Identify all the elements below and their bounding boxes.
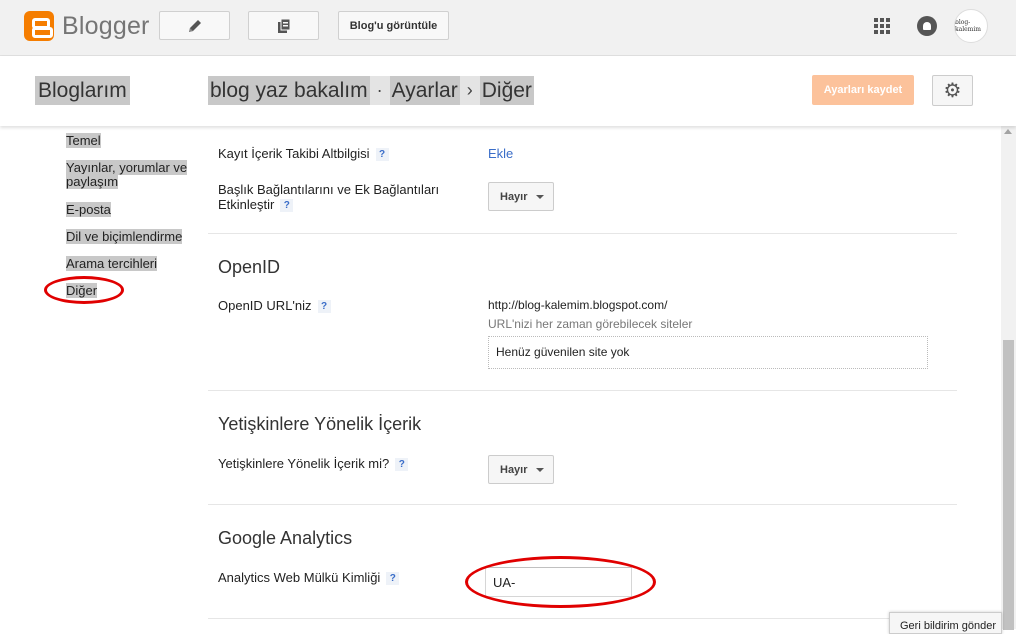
help-icon[interactable]: ? <box>280 199 294 213</box>
blogger-logo-icon <box>24 11 54 41</box>
settings-header: Bloglarım blog yaz bakalım · Ayarlar › D… <box>0 56 1016 126</box>
openid-url-label: OpenID URL'niz? <box>218 298 331 314</box>
settings-gear-button[interactable]: ⚙ <box>932 75 973 106</box>
breadcrumb-page: Diğer <box>479 76 534 105</box>
analytics-id-label: Analytics Web Mülkü Kimliği? <box>218 570 400 586</box>
adult-content-label: Yetişkinlere Yönelik İçerik mi?? <box>218 456 409 472</box>
breadcrumb-blog-name[interactable]: blog yaz bakalım <box>208 76 370 105</box>
breadcrumb: blog yaz bakalım · Ayarlar › Diğer <box>208 76 534 105</box>
section-divider <box>208 390 957 391</box>
openid-section-title: OpenID <box>218 257 281 277</box>
breadcrumb-chevron: › <box>459 76 480 105</box>
footer-tracking-label: Kayıt İçerik Takibi Altbilgisi? <box>218 146 389 162</box>
adult-content-dropdown[interactable]: Hayır <box>488 455 554 484</box>
notifications-bell-icon[interactable] <box>917 16 937 36</box>
pencil-icon <box>188 19 201 32</box>
help-icon[interactable]: ? <box>317 300 331 314</box>
section-divider <box>208 504 957 505</box>
posts-list-button[interactable] <box>248 11 319 40</box>
section-divider <box>208 233 957 234</box>
help-icon[interactable]: ? <box>386 572 400 586</box>
scroll-up-arrow-icon[interactable] <box>1004 129 1012 134</box>
scrollbar-thumb[interactable] <box>1003 340 1014 630</box>
openid-url-value: http://blog-kalemim.blogspot.com/ <box>488 298 668 312</box>
title-links-dropdown[interactable]: Hayır <box>488 182 554 211</box>
help-icon[interactable]: ? <box>395 458 409 472</box>
my-blogs-link[interactable]: Bloglarım <box>35 76 130 105</box>
annotation-circle-analytics <box>465 556 656 608</box>
sidebar-item-email[interactable]: E-posta <box>66 202 111 217</box>
avatar[interactable]: blog-kalemim <box>954 9 988 43</box>
view-blog-button[interactable]: Blog'u görüntüle <box>338 11 449 40</box>
section-divider <box>208 618 957 619</box>
blogger-logo[interactable]: Blogger <box>24 11 150 41</box>
analytics-section-title: Google Analytics <box>218 528 353 548</box>
top-bar: Blogger Blog'u görüntüle blog-kalemim <box>0 0 1016 56</box>
breadcrumb-separator: · <box>369 76 390 105</box>
breadcrumb-settings[interactable]: Ayarlar <box>389 76 460 105</box>
trusted-sites-list: Henüz güvenilen site yok <box>488 336 928 369</box>
trusted-sites-caption: URL'nizi her zaman görebilecek siteler <box>488 317 693 331</box>
save-settings-button[interactable]: Ayarları kaydet <box>812 75 914 105</box>
gear-icon: ⚙ <box>943 80 962 102</box>
sidebar-item-posts-comments[interactable]: Yayınlar, yorumlar ve paylaşım <box>66 160 196 189</box>
send-feedback-button[interactable]: Geri bildirim gönder <box>889 612 1002 634</box>
brand-name: Blogger <box>62 11 150 40</box>
adult-content-section-title: Yetişkinlere Yönelik İçerik <box>218 414 422 434</box>
sidebar-item-basic[interactable]: Temel <box>66 133 101 148</box>
help-icon[interactable]: ? <box>375 148 389 162</box>
annotation-circle-other <box>44 276 124 304</box>
add-footer-link[interactable]: Ekle <box>488 146 513 161</box>
sidebar-item-search[interactable]: Arama tercihleri <box>66 256 158 271</box>
title-links-label: Başlık Bağlantılarını ve Ek Bağlantıları… <box>218 182 440 213</box>
documents-icon <box>277 18 290 33</box>
sidebar-item-language[interactable]: Dil ve biçimlendirme <box>66 229 183 244</box>
new-post-button[interactable] <box>159 11 230 40</box>
apps-grid-icon[interactable] <box>874 18 890 34</box>
